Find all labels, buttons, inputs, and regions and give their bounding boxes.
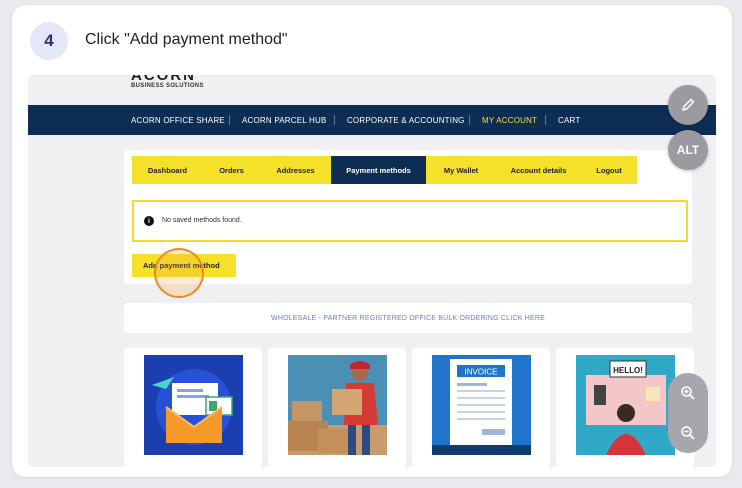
tab-my-wallet[interactable]: My Wallet — [426, 156, 496, 184]
account-panel: Dashboard Orders Addresses Payment metho… — [124, 150, 692, 284]
tab-logout[interactable]: Logout — [581, 156, 637, 184]
click-target-highlight — [154, 248, 204, 298]
account-tabs: Dashboard Orders Addresses Payment metho… — [132, 156, 637, 184]
nav-separator — [469, 115, 470, 125]
mail-envelope-image — [144, 355, 243, 455]
product-card[interactable] — [124, 348, 262, 467]
nav-acorn-office-share[interactable]: ACORN OFFICE SHARE — [131, 116, 225, 125]
nav-separator — [229, 115, 230, 125]
notice-text: No saved methods found. — [162, 217, 242, 224]
zoom-out-button[interactable] — [668, 413, 708, 453]
nav-my-account[interactable]: MY ACCOUNT — [482, 116, 537, 125]
zoom-in-button[interactable] — [668, 373, 708, 413]
step-number-badge: 4 — [30, 22, 68, 60]
hello-sign-text: HELLO! — [613, 366, 643, 375]
invoice-title-text: INVOICE — [465, 368, 498, 377]
tutorial-step-card: 4 Click "Add payment method" ACORN BUSIN… — [12, 5, 732, 477]
screenshot-frame: ACORN BUSINESS SOLUTIONS ACORN OFFICE SH… — [28, 75, 716, 467]
main-nav: ACORN OFFICE SHARE ACORN PARCEL HUB CORP… — [28, 105, 716, 135]
info-notice: i No saved methods found. — [132, 200, 688, 242]
logo-subtitle: BUSINESS SOLUTIONS — [131, 83, 204, 89]
tab-account-details[interactable]: Account details — [496, 156, 581, 184]
nav-acorn-parcel-hub[interactable]: ACORN PARCEL HUB — [242, 116, 327, 125]
hello-desk-image: HELLO! — [576, 355, 675, 455]
invoice-image: INVOICE — [432, 355, 531, 455]
zoom-controls — [668, 373, 708, 453]
nav-separator — [334, 115, 335, 125]
parcel-delivery-image — [288, 355, 387, 455]
alt-text-button[interactable]: ALT — [668, 130, 708, 170]
step-instruction: Click "Add payment method" — [85, 31, 288, 48]
nav-cart[interactable]: CART — [558, 116, 580, 125]
info-icon: i — [144, 216, 154, 226]
nav-corporate-accounting[interactable]: CORPORATE & ACCOUNTING — [347, 116, 465, 125]
product-card[interactable] — [268, 348, 406, 467]
edit-button[interactable] — [668, 85, 708, 125]
pencil-icon — [682, 98, 695, 111]
tab-dashboard[interactable]: Dashboard — [132, 156, 203, 184]
zoom-out-icon — [681, 426, 695, 440]
wholesale-bulk-ordering-link[interactable]: WHOLESALE - PARTNER REGISTERED OFFICE BU… — [124, 303, 692, 333]
tab-payment-methods[interactable]: Payment methods — [331, 156, 426, 184]
nav-separator — [545, 115, 546, 125]
zoom-in-icon — [681, 386, 695, 400]
tab-addresses[interactable]: Addresses — [260, 156, 331, 184]
tab-orders[interactable]: Orders — [203, 156, 260, 184]
product-card[interactable]: INVOICE — [412, 348, 550, 467]
